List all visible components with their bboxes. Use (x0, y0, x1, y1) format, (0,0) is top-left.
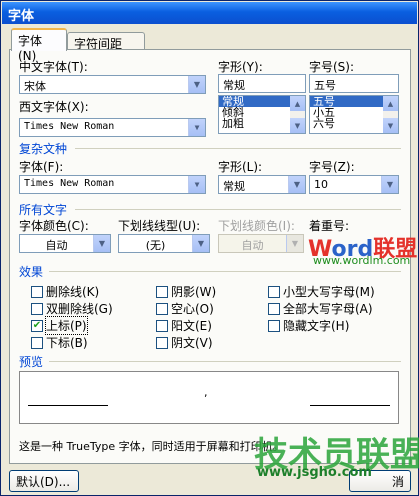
complex-font-select[interactable]: Times New Roman ▼ (19, 175, 206, 194)
font-color-select[interactable]: 自动 ▼ (19, 234, 111, 253)
checkbox-label: 空心(O) (171, 302, 214, 316)
checkbox-label: 阳文(E) (171, 319, 212, 333)
checkbox-label: 全部大写字母(A) (283, 302, 373, 316)
complex-size-label: 字号(Z): (309, 160, 355, 174)
outline-checkbox[interactable]: 空心(O) (156, 300, 214, 317)
wordlm-watermark-url: www.wordlm.com (313, 254, 411, 267)
jsgho-watermark-url: www.jsgho.com (257, 465, 372, 480)
all-caps-checkbox[interactable]: 全部大写字母(A) (268, 300, 373, 317)
size-label: 字号(S): (309, 60, 355, 74)
chevron-down-icon[interactable]: ▼ (188, 119, 205, 136)
cancel-button-label: 消 (391, 475, 404, 489)
checkbox-label: 上标(P) (45, 316, 88, 335)
effects-section-title: 效果 (19, 265, 44, 279)
checkbox-box[interactable] (268, 302, 280, 315)
size-scrollbar[interactable]: ▲ ▼ (383, 96, 398, 133)
style-label: 字形(Y): (218, 60, 263, 74)
checkbox-box[interactable] (268, 285, 280, 298)
chevron-down-icon[interactable]: ▼ (93, 235, 110, 252)
section-divider (49, 271, 401, 272)
chevron-down-icon[interactable]: ▼ (288, 176, 305, 193)
preview-baseline-right (310, 405, 390, 406)
double-strikethrough-checkbox[interactable]: 双删除线(G) (31, 300, 113, 317)
checkmark-icon[interactable]: ✔ (31, 319, 43, 332)
default-button[interactable]: 默认(D)... (9, 470, 79, 492)
checkbox-label: 删除线(K) (46, 285, 100, 299)
size-input[interactable]: 五号 (309, 74, 399, 93)
underline-type-select[interactable]: (无) ▼ (118, 234, 210, 253)
checkbox-box[interactable] (31, 336, 43, 349)
scroll-down-icon[interactable]: ▼ (383, 118, 398, 133)
font-color-label: 字体颜色(C): (19, 219, 89, 233)
chevron-down-icon[interactable]: ▼ (286, 235, 303, 252)
scroll-up-icon[interactable]: ▲ (383, 96, 398, 111)
complex-style-label: 字形(L): (218, 160, 263, 174)
checkbox-label: 阴影(W) (171, 285, 217, 299)
emboss-checkbox[interactable]: 阳文(E) (156, 317, 212, 334)
chinese-font-value: 宋体 (24, 80, 46, 93)
checkbox-label: 下标(B) (46, 336, 88, 350)
default-button-label: 默认(D)... (16, 475, 71, 489)
style-scrollbar[interactable]: ▲ ▼ (290, 96, 305, 133)
checkbox-label: 隐藏文字(H) (283, 319, 350, 333)
chevron-down-icon[interactable]: ▼ (192, 235, 209, 252)
scroll-down-icon[interactable]: ▼ (290, 118, 305, 133)
size-listbox[interactable]: 五号 小五 六号 ▲ ▼ (309, 95, 399, 134)
checkbox-box[interactable] (268, 319, 280, 332)
preview-baseline-left (28, 405, 108, 406)
checkbox-label: 阴文(V) (171, 336, 213, 350)
scroll-up-icon[interactable]: ▲ (290, 96, 305, 111)
checkbox-box[interactable] (156, 302, 168, 315)
preview-sample-text: , (204, 386, 208, 399)
checkbox-box[interactable] (156, 319, 168, 332)
chevron-down-icon[interactable]: ▼ (188, 176, 205, 193)
section-divider (75, 148, 401, 149)
chevron-down-icon[interactable]: ▼ (188, 76, 205, 93)
underline-type-label: 下划线线型(U): (118, 219, 201, 233)
complex-script-section-title: 复杂文种 (19, 142, 68, 156)
checkbox-box[interactable] (156, 285, 168, 298)
complex-font-label: 字体(F): (19, 160, 64, 174)
underline-color-select[interactable]: 自动 ▼ (218, 234, 304, 253)
window-title: 字体 (8, 9, 35, 24)
shadow-checkbox[interactable]: 阴影(W) (156, 283, 216, 300)
strikethrough-checkbox[interactable]: 删除线(K) (31, 283, 99, 300)
style-input-value: 常规 (223, 79, 245, 92)
section-divider (75, 209, 401, 210)
chevron-down-icon[interactable]: ▼ (381, 176, 398, 193)
complex-style-select[interactable]: 常规 ▼ (218, 175, 306, 194)
underline-color-label: 下划线颜色(I): (218, 219, 295, 233)
checkbox-label: 小型大写字母(M) (283, 285, 375, 299)
tab-font[interactable]: 字体(N) (11, 28, 67, 63)
preview-description: 这是一种 TrueType 字体，同时适用于屏幕和打印机。 (19, 440, 284, 453)
style-input[interactable]: 常规 (218, 74, 306, 93)
western-font-select[interactable]: Times New Roman ▼ (19, 118, 206, 137)
chinese-font-select[interactable]: 宋体 ▼ (19, 75, 206, 94)
checkbox-box[interactable] (31, 285, 43, 298)
complex-font-value: Times New Roman (24, 178, 115, 189)
checkbox-box[interactable] (156, 336, 168, 349)
preview-box: , (19, 371, 399, 424)
small-caps-checkbox[interactable]: 小型大写字母(M) (268, 283, 375, 300)
western-font-label: 西文字体(X): (19, 100, 89, 114)
style-listbox[interactable]: 常规 倾斜 加粗 ▲ ▼ (218, 95, 306, 134)
complex-size-select[interactable]: 10 ▼ (309, 175, 399, 194)
western-font-value: Times New Roman (24, 121, 115, 132)
size-input-value: 五号 (314, 79, 336, 92)
subscript-checkbox[interactable]: 下标(B) (31, 334, 88, 351)
font-dialog: 字体 字体(N) 字符间距(R) 中文字体(T): 宋体 ▼ 字形(Y): 常规… (0, 0, 419, 496)
all-text-section-title: 所有文字 (19, 203, 68, 217)
title-bar: 字体 (2, 2, 417, 24)
hidden-text-checkbox[interactable]: 隐藏文字(H) (268, 317, 349, 334)
superscript-checkbox[interactable]: ✔ 上标(P) (31, 316, 88, 335)
preview-section-title: 预览 (19, 355, 44, 369)
checkbox-box[interactable] (31, 302, 43, 315)
section-divider (49, 361, 401, 362)
engrave-checkbox[interactable]: 阴文(V) (156, 334, 213, 351)
checkbox-label: 双删除线(G) (46, 302, 113, 316)
